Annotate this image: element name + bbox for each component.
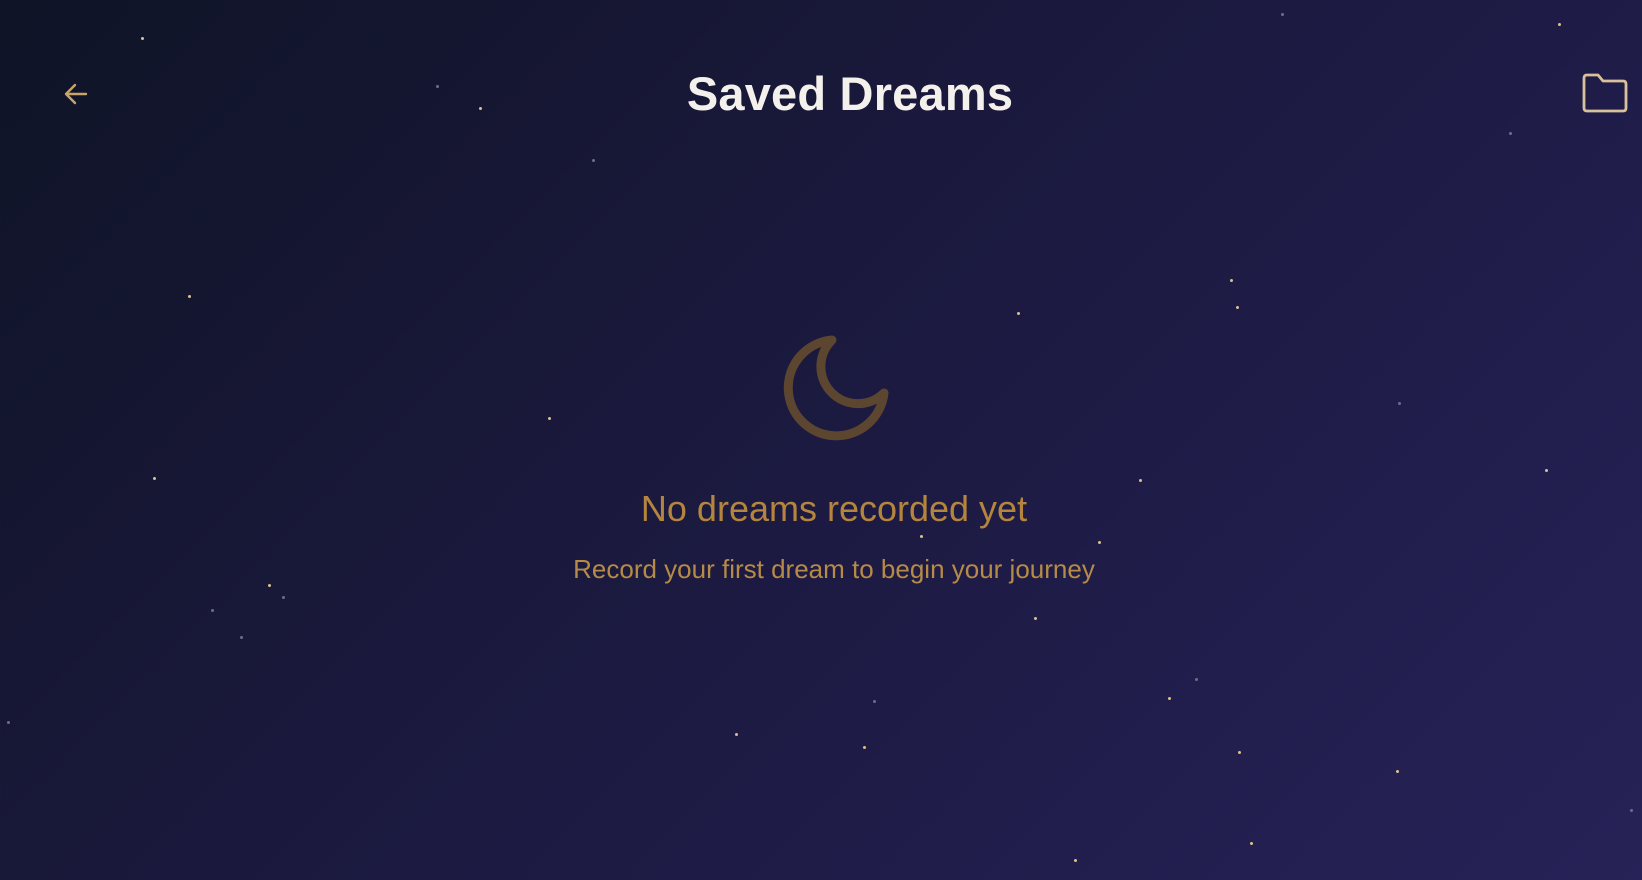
- empty-state-subtitle: Record your first dream to begin your jo…: [573, 554, 1095, 584]
- star: [863, 746, 866, 749]
- star: [7, 721, 10, 724]
- star: [1236, 306, 1239, 309]
- empty-state-title: No dreams recorded yet: [640, 488, 1028, 529]
- page-title: Saved Dreams: [686, 67, 1014, 120]
- moon-icon: [783, 335, 889, 441]
- star: [873, 700, 876, 703]
- star: [1168, 697, 1171, 700]
- star: [211, 609, 214, 612]
- star: [1630, 809, 1633, 812]
- star: [1017, 312, 1020, 315]
- folder-button[interactable]: [1580, 70, 1630, 116]
- star: [282, 596, 285, 599]
- star: [1074, 859, 1077, 862]
- star: [188, 295, 191, 298]
- folder-icon: [1582, 73, 1628, 113]
- star: [240, 636, 243, 639]
- star: [1230, 279, 1233, 282]
- star: [1396, 770, 1399, 773]
- title-container: Saved Dreams: [0, 66, 1642, 121]
- star: [1034, 617, 1037, 620]
- header: Saved Dreams: [0, 0, 1642, 190]
- star: [1250, 842, 1253, 845]
- star: [735, 733, 738, 736]
- star: [1238, 751, 1241, 754]
- empty-state: No dreams recorded yet Record your first…: [0, 330, 1642, 585]
- star: [1195, 678, 1198, 681]
